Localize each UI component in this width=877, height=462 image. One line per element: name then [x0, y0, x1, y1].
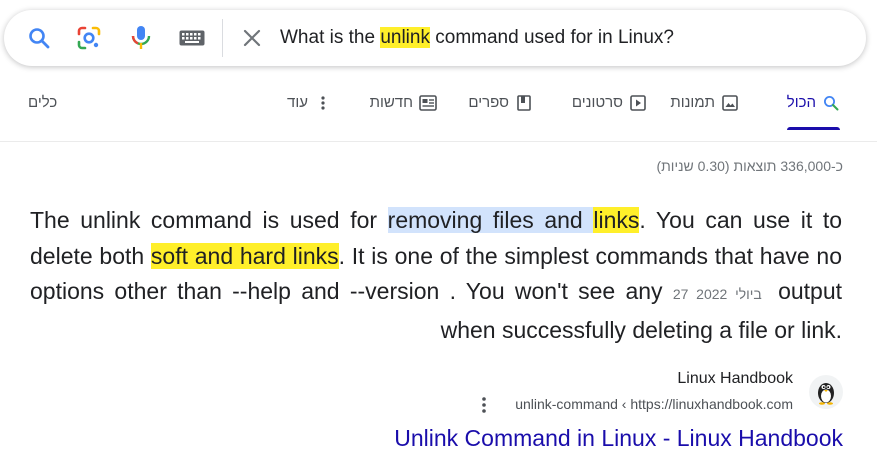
query-highlight: unlink [380, 27, 430, 48]
search-bar: What is the unlink command used for in L… [4, 10, 866, 66]
news-icon [419, 94, 437, 112]
google-lens-icon[interactable] [72, 10, 106, 66]
more-vert-icon [314, 94, 332, 112]
search-icon [822, 94, 840, 112]
query-text-end: command used for in Linux? [429, 27, 674, 48]
search-bar-divider [222, 19, 223, 57]
tab-images[interactable]: תמונות [670, 92, 739, 136]
tab-tools[interactable]: כלים [28, 92, 57, 136]
tab-more[interactable]: עוד [287, 92, 332, 136]
snippet-highlight: soft and hard links [150, 242, 339, 269]
search-tabs: הכול תמונות סרטונים ספרים חדשות עוד כלים [0, 92, 877, 136]
tab-books[interactable]: ספרים [468, 92, 533, 136]
result-stats: כ-336,000 תוצאות (0.30 שניות) [656, 158, 843, 174]
tab-books-label: ספרים [468, 94, 509, 111]
query-text-start: What is the [280, 27, 381, 48]
keyboard-icon[interactable] [174, 10, 210, 66]
tab-news[interactable]: חדשות [370, 92, 437, 136]
tab-more-label: עוד [287, 94, 308, 111]
book-icon [515, 94, 533, 112]
source-name[interactable]: Linux Handbook [677, 370, 793, 388]
tab-all[interactable]: הכול [786, 92, 840, 136]
result-title-link[interactable]: Unlink Command in Linux - Linux Handbook [394, 425, 843, 452]
close-icon[interactable] [236, 10, 268, 66]
tab-videos-label: סרטונים [571, 94, 623, 111]
source-url[interactable]: unlink-command ‹ https://linuxhandbook.c… [515, 396, 793, 412]
search-input[interactable]: What is the unlink command used for in L… [280, 10, 674, 66]
tab-all-label: הכול [786, 94, 816, 111]
snippet-highlight: links [593, 207, 640, 233]
tab-videos[interactable]: סרטונים [572, 92, 647, 136]
tab-news-label: חדשות [369, 94, 413, 111]
snippet-date: 27 ביולי 2022 [672, 286, 762, 302]
image-icon [721, 94, 739, 112]
search-icon[interactable] [24, 10, 54, 66]
tabs-divider [0, 141, 877, 142]
more-vert-icon[interactable] [477, 394, 491, 416]
snippet-text: The unlink command is used for [30, 207, 388, 233]
tab-images-label: תמונות [670, 94, 715, 111]
tab-tools-label: כלים [28, 94, 58, 111]
snippet-selected-text: removing files and [387, 207, 594, 233]
video-icon [629, 94, 647, 112]
featured-snippet: The unlink command is used for removing … [30, 203, 842, 348]
active-tab-indicator [786, 127, 840, 130]
penguin-icon [809, 375, 843, 409]
microphone-icon[interactable] [126, 10, 156, 66]
result-source: Linux Handbook unlink-command ‹ https://… [243, 370, 843, 420]
